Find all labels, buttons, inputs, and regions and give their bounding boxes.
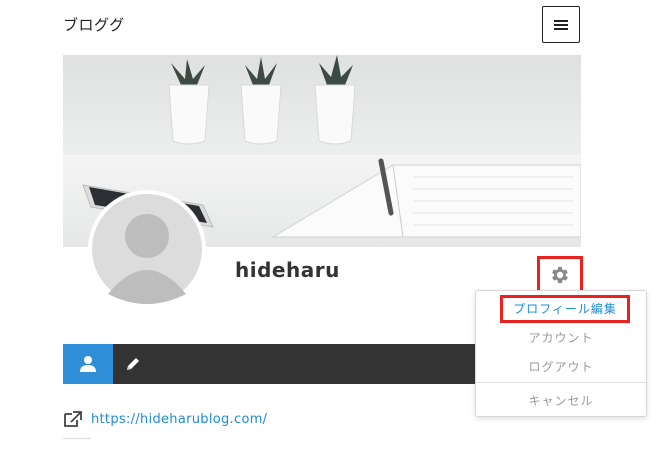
menu-item-edit-profile[interactable]: プロフィール編集 [500, 295, 630, 323]
tab-profile[interactable] [63, 344, 113, 384]
tab-posts[interactable] [113, 344, 153, 384]
profile-page: ブロググ hideharu プロフィール編集 アカウント ログアウト キャンセル… [0, 0, 664, 452]
menu-button[interactable] [542, 6, 580, 43]
profile-tabbar [63, 344, 475, 384]
avatar[interactable] [88, 190, 206, 308]
website-link[interactable]: https://hideharublog.com/ [91, 412, 267, 427]
gear-icon [552, 266, 568, 283]
menu-divider [476, 382, 646, 383]
site-title[interactable]: ブロググ [63, 14, 125, 35]
menu-item-account[interactable]: アカウント [476, 329, 646, 346]
hamburger-icon [554, 19, 568, 30]
pencil-icon [127, 358, 139, 370]
user-name: hideharu [235, 258, 340, 282]
user-icon [80, 356, 96, 372]
menu-item-logout[interactable]: ログアウト [476, 358, 646, 375]
menu-item-cancel[interactable]: キャンセル [476, 392, 646, 409]
settings-button[interactable] [537, 256, 583, 293]
settings-dropdown-menu: プロフィール編集 アカウント ログアウト キャンセル [475, 290, 647, 417]
external-link-icon [64, 411, 82, 427]
website-row: https://hideharublog.com/ [63, 410, 267, 428]
divider [63, 438, 91, 439]
